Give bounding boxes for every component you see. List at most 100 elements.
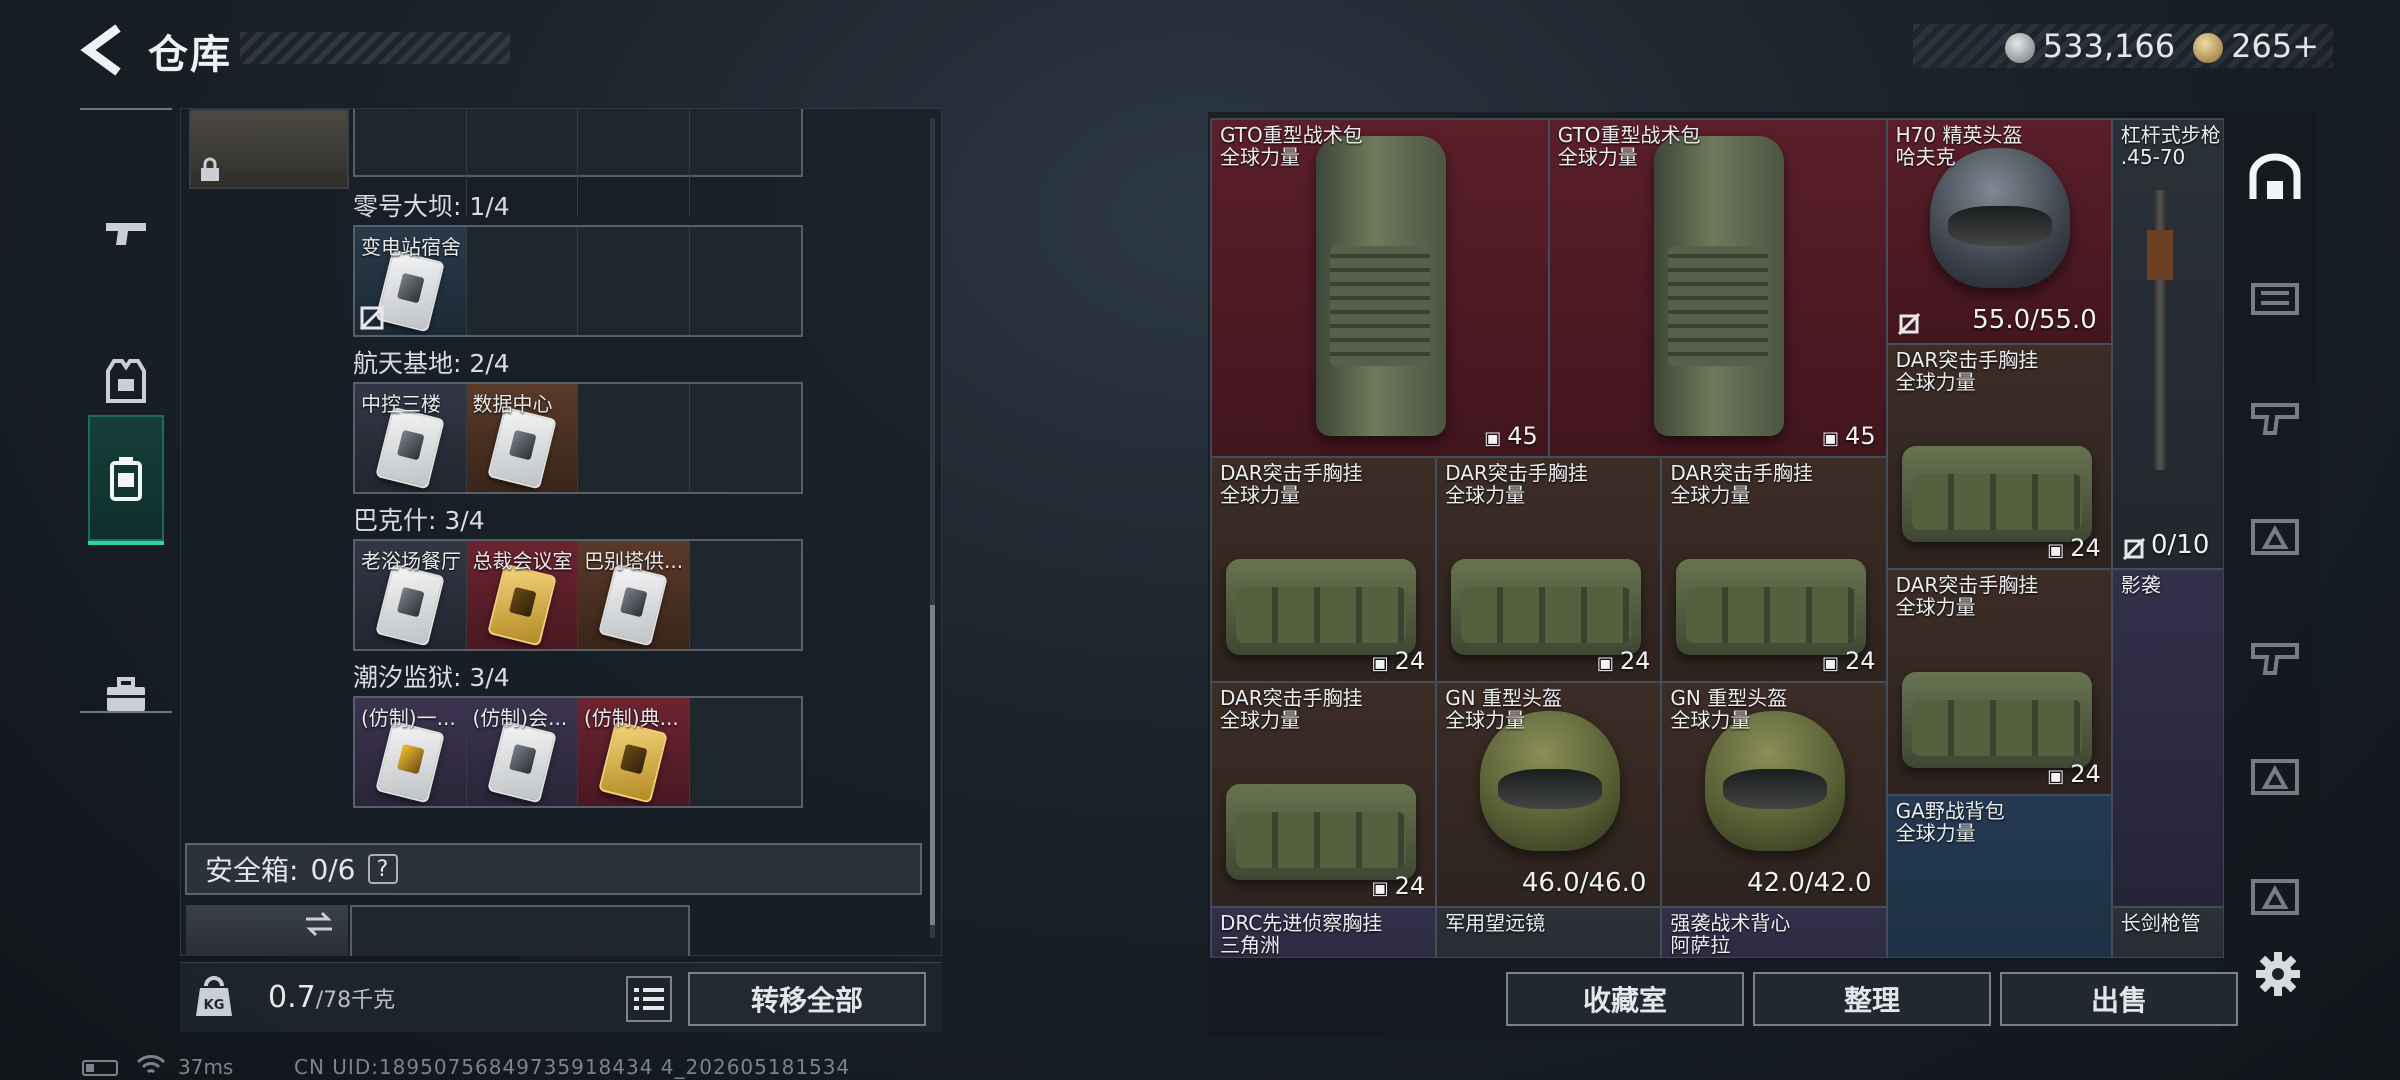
warehouse-tab-main[interactable] [2240, 142, 2310, 212]
item-image [1930, 148, 2071, 288]
capacity-icon: ▣ [2047, 765, 2065, 787]
tab-keys[interactable] [88, 415, 164, 545]
item-name: GN 重型头盔 全球力量 [1670, 686, 1788, 732]
empty-slot[interactable] [467, 227, 578, 335]
capacity-icon: ▣ [1371, 878, 1389, 900]
left-scrollbar-thumb[interactable] [930, 605, 935, 925]
lock-icon [201, 157, 219, 181]
empty-slot[interactable] [690, 109, 802, 217]
warehouse-item-lever[interactable]: 杠杆式步枪 .45-70 0/10 [2111, 119, 2223, 570]
keycard-icon [375, 406, 445, 490]
tab-weapons[interactable] [80, 168, 172, 298]
empty-slot[interactable] [690, 384, 802, 492]
warehouse-item-dar2[interactable]: DAR突击手胸挂 全球力量 ▣ 24 [1436, 456, 1662, 682]
settings-gear-icon[interactable] [2254, 950, 2302, 998]
warehouse-item-vest[interactable]: 强袭战术背心 阿萨拉 [1661, 907, 1887, 957]
item-capacity: ▣ 24 [1371, 646, 1426, 675]
tab-toolbox[interactable] [80, 630, 172, 760]
weight-kg-icon: KG [196, 976, 232, 1016]
wifi-icon [136, 1055, 166, 1074]
warehouse-tab-iii-c[interactable] [2240, 622, 2310, 692]
keycard-slot[interactable]: 变电站宿舍 [355, 227, 467, 335]
item-name: DAR突击手胸挂 全球力量 [1895, 573, 2039, 620]
keycard-slot[interactable]: (仿制)典... [578, 698, 690, 806]
empty-slot[interactable] [690, 227, 802, 335]
warehouse-item-gn1[interactable]: GN 重型头盔 全球力量 46.0/46.0 [1436, 682, 1662, 908]
keycard-slot[interactable]: 总裁会议室 [466, 541, 578, 649]
warehouse-item-dar6[interactable]: DAR突击手胸挂 全球力量 ▣ 24 [1886, 569, 2112, 795]
organize-button[interactable]: 整理 [1753, 972, 1991, 1026]
keycard-slot[interactable]: 巴别塔供... [578, 541, 690, 649]
item-capacity: ▣ 24 [2047, 534, 2101, 563]
item-name: 军用望远镜 [1445, 911, 1546, 936]
transfer-all-button[interactable]: 转移全部 [688, 972, 926, 1026]
empty-slot[interactable] [578, 227, 690, 335]
warehouse-item-ga[interactable]: GA野战背包 全球力量 [1886, 794, 2112, 957]
partial-slot-row [353, 109, 803, 217]
toolbox-icon [107, 677, 145, 711]
empty-slot[interactable] [690, 698, 802, 806]
item-name: DAR突击手胸挂 全球力量 [1220, 686, 1363, 732]
key-case-panel: 零号大坝: 1/4 变电站宿舍 航天基地: 2/4 中控三楼 数据中心 巴克什: 3/4 老… [180, 108, 942, 956]
warehouse-item-gto1[interactable]: GTO重型战术包 全球力量 ▣ 45 [1211, 119, 1549, 457]
item-image [1901, 446, 2092, 543]
capacity-icon: ▣ [1596, 652, 1614, 674]
warehouse-item-dar4[interactable]: DAR突击手胸挂 全球力量 ▣ 24 [1886, 344, 2112, 570]
item-image [1315, 136, 1446, 436]
warehouse-item-barrel[interactable]: 长剑枪管 [2111, 907, 2223, 957]
keycard-name: 数据中心 [472, 392, 553, 416]
warehouse-item-gn2[interactable]: GN 重型头盔 全球力量 42.0/42.0 [1661, 682, 1887, 908]
key-slot-row: 中控三楼 数据中心 [353, 382, 803, 494]
warehouse-item-dar1[interactable]: DAR突击手胸挂 全球力量 ▣ 24 [1211, 456, 1437, 682]
warehouse-grid: GTO重型战术包 全球力量 ▣ 45 GTO重型战术包 全球力量 ▣ 45 H70 精英头盔… [1210, 118, 2224, 958]
back-arrow-icon[interactable] [78, 22, 126, 78]
list-view-button[interactable] [626, 976, 672, 1022]
keycard-slot[interactable]: 中控三楼 [355, 384, 467, 492]
partial-item-thumbnail[interactable] [189, 109, 349, 189]
sell-button[interactable]: 出售 [2000, 972, 2238, 1026]
safe-box-item[interactable] [186, 905, 348, 956]
warehouse-item-yingxi[interactable]: 影袭 [2111, 569, 2223, 908]
battery-icon [82, 1060, 118, 1076]
warehouse-item-scope[interactable]: 军用望远镜 [1436, 907, 1662, 957]
collection-room-button[interactable]: 收藏室 [1506, 972, 1744, 1026]
item-image [1226, 784, 1416, 881]
item-name: GA野战背包 全球力量 [1895, 798, 2005, 845]
gold-currency[interactable]: 265+ [2193, 27, 2319, 65]
keycard-slot[interactable]: (仿制)一... [355, 698, 467, 806]
warehouse-item-h70[interactable]: H70 精英头盔 哈夫克 55.0/55.0 [1886, 119, 2112, 345]
warehouse-tab-iv[interactable] [2240, 262, 2310, 332]
swap-arrows-icon [306, 911, 332, 937]
capacity-icon: ▣ [1484, 427, 1502, 449]
item-name: DAR突击手胸挂 全球力量 [1670, 460, 1814, 507]
keycard-icon [486, 563, 557, 647]
item-image [1226, 558, 1416, 655]
add-currency-icon[interactable]: + [2292, 27, 2319, 65]
warehouse-item-dar5[interactable]: DAR突击手胸挂 全球力量 ▣ 24 [1211, 682, 1437, 908]
keycard-case-icon [110, 457, 142, 501]
warehouse-item-dar3[interactable]: DAR突击手胸挂 全球力量 ▣ 24 [1661, 456, 1887, 682]
item-capacity: ▣ 24 [1596, 646, 1651, 675]
keycard-slot[interactable]: 数据中心 [466, 384, 578, 492]
capacity-icon: ▣ [1822, 427, 1840, 449]
warehouse-tab-iii-a[interactable] [2240, 382, 2310, 452]
keycard-icon [486, 720, 557, 804]
safe-box-label: 安全箱: [205, 854, 299, 887]
keycard-slot[interactable]: (仿制)会... [466, 698, 578, 806]
safe-box-slots[interactable] [350, 905, 690, 956]
warehouse-item-drc[interactable]: DRC先进侦察胸挂 三角洲 [1211, 907, 1437, 957]
empty-slot[interactable] [690, 541, 802, 649]
keycard-name: 老浴场餐厅 [361, 549, 461, 573]
warehouse-tab-iii-b[interactable] [2240, 502, 2310, 572]
warehouse-tab-iii-e[interactable] [2240, 862, 2310, 932]
keycard-icon [486, 406, 557, 490]
empty-slot[interactable] [578, 109, 690, 217]
category-tabs [80, 108, 172, 713]
keycard-slot[interactable]: 老浴场餐厅 [355, 541, 467, 649]
warehouse-tab-iii-d[interactable] [2240, 742, 2310, 812]
warehouse-tabs [2232, 112, 2318, 976]
help-button[interactable]: ? [367, 854, 398, 884]
empty-slot[interactable] [578, 384, 690, 492]
item-name: 长剑枪管 [2120, 911, 2201, 936]
warehouse-item-gto2[interactable]: GTO重型战术包 全球力量 ▣ 45 [1548, 119, 1887, 457]
